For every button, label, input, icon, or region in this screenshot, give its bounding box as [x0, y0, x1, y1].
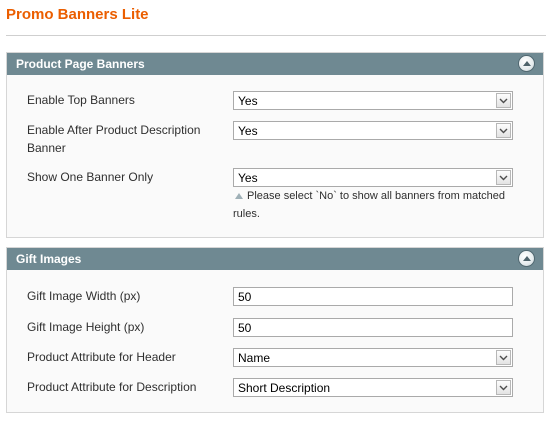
- chevron-down-icon[interactable]: [496, 123, 511, 138]
- field-label-attribute-description: Product Attribute for Description: [27, 380, 197, 394]
- select-enable-after-description-banner[interactable]: Yes: [233, 121, 513, 140]
- field-label-attribute-header: Product Attribute for Header: [27, 350, 176, 364]
- field-label-gift-image-height: Gift Image Height (px): [27, 320, 145, 334]
- chevron-down-icon[interactable]: [496, 350, 511, 365]
- chevron-down-icon[interactable]: [496, 93, 511, 108]
- collapse-up-icon[interactable]: [519, 56, 534, 71]
- section-header-product-page-banners[interactable]: Product Page Banners: [7, 53, 543, 75]
- select-enable-top-banners[interactable]: Yes: [233, 91, 513, 110]
- field-note: Please select `No` to show all banners f…: [233, 187, 513, 223]
- select-value: Name: [238, 351, 271, 365]
- select-value: Short Description: [238, 381, 331, 395]
- title-divider: [6, 35, 546, 36]
- select-value: Yes: [238, 124, 258, 138]
- page-title: Promo Banners Lite: [6, 6, 149, 23]
- select-attribute-description[interactable]: Short Description: [233, 378, 513, 397]
- chevron-down-icon[interactable]: [496, 170, 511, 185]
- section-product-page-banners: Product Page Banners Enable Top Banners …: [6, 52, 544, 238]
- select-value: Yes: [238, 171, 258, 185]
- gift-image-width-field[interactable]: [233, 287, 513, 306]
- section-title: Gift Images: [16, 252, 82, 266]
- section-title: Product Page Banners: [16, 57, 145, 71]
- field-label-show-one-banner-only: Show One Banner Only: [27, 170, 154, 184]
- select-value: Yes: [238, 94, 258, 108]
- select-attribute-header[interactable]: Name: [233, 348, 513, 367]
- section-header-gift-images[interactable]: Gift Images: [7, 248, 543, 270]
- field-label-gift-image-width: Gift Image Width (px): [27, 289, 141, 303]
- collapse-up-icon[interactable]: [519, 251, 534, 266]
- select-show-one-banner-only[interactable]: Yes: [233, 168, 513, 187]
- note-triangle-icon: [235, 192, 243, 199]
- section-gift-images: Gift Images Gift Image Width (px) Gift I…: [6, 247, 544, 413]
- field-label-enable-after-description-banner: Enable After Product Description Banner: [27, 123, 201, 155]
- note-text: Please select `No` to show all banners f…: [233, 190, 506, 220]
- field-label-enable-top-banners: Enable Top Banners: [27, 93, 135, 107]
- gift-image-height-field[interactable]: [233, 318, 513, 337]
- chevron-down-icon[interactable]: [496, 380, 511, 395]
